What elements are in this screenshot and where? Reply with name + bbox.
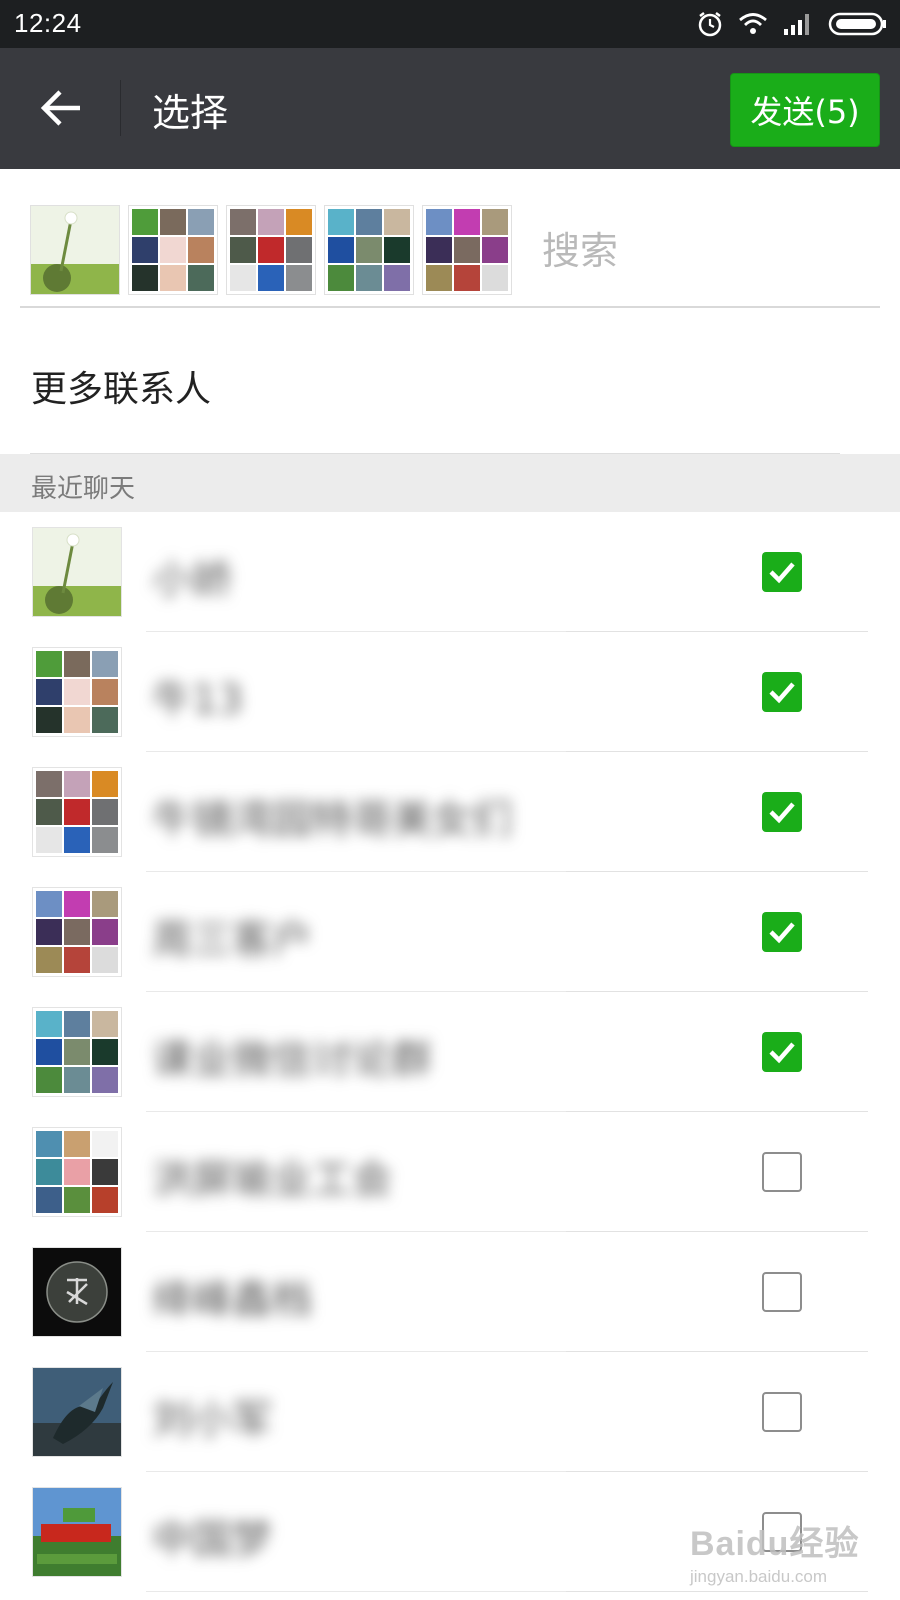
top-bar: 选择 发送(5)	[0, 48, 900, 169]
avatar	[32, 1247, 122, 1337]
section-header: 最近聊天	[0, 454, 900, 512]
chat-name: 小娇	[152, 557, 232, 603]
avatar	[32, 767, 122, 857]
alarm-icon	[698, 12, 722, 37]
battery-icon	[828, 12, 886, 36]
avatar	[32, 887, 122, 977]
checkbox-checked[interactable]	[762, 792, 802, 832]
chat-item[interactable]: 刘小军	[0, 1352, 900, 1472]
chat-item[interactable]: 课业微信讨论群	[0, 992, 900, 1112]
status-bar: 12:24	[0, 0, 900, 48]
check-icon	[769, 1042, 795, 1064]
selected-avatar[interactable]	[422, 205, 512, 295]
selected-avatar[interactable]	[324, 205, 414, 295]
check-icon	[769, 802, 795, 824]
chat-name: 课业微信讨论群	[152, 1037, 432, 1083]
avatar	[32, 1367, 122, 1457]
avatar	[32, 1127, 122, 1217]
status-icons	[696, 9, 888, 39]
chat-item[interactable]: 牛13	[0, 632, 900, 752]
chat-name: 中国梦	[152, 1517, 272, 1563]
selected-avatar[interactable]	[128, 205, 218, 295]
back-button[interactable]	[38, 84, 86, 132]
check-icon	[769, 562, 795, 584]
checkbox-unchecked[interactable]	[762, 1152, 802, 1192]
avatar	[32, 647, 122, 737]
checkbox-unchecked[interactable]	[762, 1392, 802, 1432]
page-title: 选择	[152, 91, 229, 135]
checkbox-checked[interactable]	[762, 672, 802, 712]
chat-item[interactable]: 洪屏瑜业工会	[0, 1112, 900, 1232]
recent-chat-list: 小娇 牛13 牛镜湾园特哥美女们 周三客户 课业微信讨论群 洪屏瑜业工会 绛峰鑫…	[0, 512, 900, 1592]
chat-name: 牛13	[152, 677, 243, 723]
checkbox-checked[interactable]	[762, 912, 802, 952]
baidu-watermark: Baidu经验 jingyan.baidu.com	[690, 1516, 890, 1588]
avatar	[32, 1487, 122, 1577]
chat-item[interactable]: 牛镜湾园特哥美女们	[0, 752, 900, 872]
more-contacts-label: 更多联系人	[31, 369, 212, 410]
header-divider	[120, 80, 121, 136]
signal-icon	[784, 14, 809, 35]
watermark-brand: Baidu经验	[690, 1525, 860, 1563]
status-time: 12:24	[14, 8, 82, 38]
chat-name: 牛镜湾园特哥美女们	[152, 797, 512, 843]
check-icon	[769, 922, 795, 944]
checkbox-checked[interactable]	[762, 552, 802, 592]
chat-item[interactable]: 小娇	[0, 512, 900, 632]
selected-contacts-bar	[20, 202, 880, 308]
checkbox-unchecked[interactable]	[762, 1272, 802, 1312]
avatar	[32, 527, 122, 617]
more-contacts-row[interactable]: 更多联系人	[0, 320, 900, 454]
divider	[146, 1591, 868, 1592]
selected-avatar[interactable]	[30, 205, 120, 295]
send-button[interactable]: 发送(5)	[730, 73, 880, 147]
chat-item[interactable]: 周三客户	[0, 872, 900, 992]
chat-name: 洪屏瑜业工会	[152, 1157, 392, 1203]
chat-item[interactable]: 绛峰鑫档	[0, 1232, 900, 1352]
wifi-icon	[739, 13, 767, 34]
selected-avatar[interactable]	[226, 205, 316, 295]
search-input[interactable]	[540, 222, 864, 280]
section-header-label: 最近聊天	[31, 474, 136, 504]
arrow-left-icon	[40, 90, 80, 126]
avatar	[32, 1007, 122, 1097]
chat-name: 周三客户	[152, 917, 312, 963]
chat-name: 刘小军	[152, 1397, 272, 1443]
checkbox-checked[interactable]	[762, 1032, 802, 1072]
chat-name: 绛峰鑫档	[152, 1277, 312, 1323]
watermark-url: jingyan.baidu.com	[690, 1567, 828, 1586]
check-icon	[769, 682, 795, 704]
